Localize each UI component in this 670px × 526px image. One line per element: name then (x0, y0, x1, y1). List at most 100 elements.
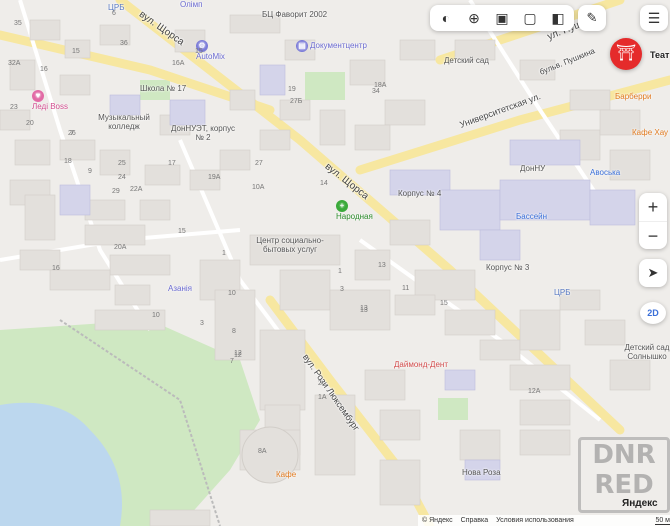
poi-donnuet-2[interactable]: ДонНУЭТ, корпус № 2 (168, 124, 238, 142)
building (84, 224, 146, 246)
ruler-button[interactable]: ✎ (578, 5, 606, 31)
poi-nova-roza[interactable]: Нова Роза (462, 468, 501, 477)
poi-dokumenttsentr[interactable]: ▤ Документцентр (296, 40, 367, 52)
house-number: 14 (320, 180, 328, 187)
building (519, 309, 561, 351)
menu-button[interactable]: ☰ (640, 5, 668, 31)
building (519, 399, 571, 426)
building (139, 199, 171, 221)
house-number: 34 (372, 88, 380, 95)
poi-tsrb-right[interactable]: ЦРБ (554, 288, 571, 297)
traffic-button[interactable]: ◧ (544, 5, 572, 31)
building (354, 124, 391, 151)
poi-center-social[interactable]: Центр социально-бытовых услуг (250, 236, 330, 254)
pharmacy-icon: + (336, 200, 348, 212)
house-number: 18А (374, 82, 387, 89)
building (609, 359, 651, 391)
locate-arrow-icon: ➤ (647, 265, 659, 280)
mode-2d-button[interactable]: 2D (640, 302, 666, 324)
camera-icon: ▣ (495, 9, 509, 26)
house-number: 29 (112, 188, 120, 195)
bus-icon: ▢ (523, 9, 537, 26)
house-number: 7 (230, 358, 234, 365)
poi-kafe-bottom[interactable]: Кафе (276, 470, 296, 479)
building (364, 369, 406, 401)
poi-tsrb-top[interactable]: ЦРБ (108, 3, 125, 12)
house-number: 8А (258, 448, 267, 455)
menu-icon: ☰ (647, 9, 661, 26)
house-number: 16 (40, 66, 48, 73)
scale-bar: 50 м (655, 517, 670, 525)
poi-teatr[interactable]: Теат (650, 50, 669, 60)
help-link[interactable]: Справка (461, 517, 488, 524)
panorama-button[interactable]: ⊕ (460, 5, 488, 31)
building (114, 284, 151, 306)
poi-donnu[interactable]: ДонНУ (520, 164, 545, 173)
beauty-icon: ♥ (32, 90, 44, 102)
house-number: 19 (288, 86, 296, 93)
copyright[interactable]: © Яндекс (422, 517, 453, 524)
building (29, 19, 61, 41)
zoom-out-button[interactable]: − (639, 222, 667, 250)
building (84, 199, 126, 221)
house-number: 3 (340, 286, 344, 293)
poi-bassein[interactable]: Бассейн (516, 212, 547, 221)
building (49, 269, 111, 291)
house-number: 12 (234, 352, 242, 359)
poi-barberry[interactable]: Барберри (615, 92, 651, 101)
theatre-icon: ⛩ (615, 45, 637, 62)
poi-muz-college[interactable]: Музыкальный колледж (94, 113, 154, 131)
house-number: 27Б (290, 98, 303, 105)
selected-pin[interactable]: ⛩ (610, 38, 642, 70)
building (109, 254, 171, 276)
house-number: 10А (252, 184, 265, 191)
building (509, 364, 571, 391)
building (519, 429, 571, 456)
house-number: 8 (232, 328, 236, 335)
house-number: 15 (72, 48, 80, 55)
park-area (305, 72, 345, 100)
building (279, 269, 331, 311)
poi-kafe-khau[interactable]: Кафе Хау (632, 128, 668, 137)
poi-bc-favorit[interactable]: БЦ Фаворит 2002 (262, 10, 327, 19)
camera-button[interactable]: ▣ (488, 5, 516, 31)
ruler-icon: ✎ (586, 10, 598, 25)
poi-korpus-3[interactable]: Корпус № 3 (486, 263, 529, 272)
house-number: 12А (528, 388, 541, 395)
house-number: 24 (118, 174, 126, 181)
building (319, 109, 346, 146)
panorama-icon: ⊕ (468, 9, 480, 26)
university-building (589, 189, 636, 226)
transport-button[interactable]: ▢ (516, 5, 544, 31)
building (444, 309, 496, 336)
poi-detsky-sad-solnyshko[interactable]: Детский сад Солнышко (624, 343, 670, 361)
house-number: 36 (120, 40, 128, 47)
poi-detsky-sad-top[interactable]: Детский сад (444, 56, 489, 65)
terms-link[interactable]: Условия использования (496, 517, 574, 524)
house-number: 23 (10, 104, 18, 111)
house-number: 13 (378, 262, 386, 269)
poi-aviosha[interactable]: Авоська (590, 168, 620, 177)
poi-ledi-bos[interactable]: ♥ Леді Boss (32, 90, 68, 111)
house-number: 1А (318, 394, 327, 401)
document-icon: ▤ (296, 40, 308, 52)
poi-daymond-dent[interactable]: Даймонд-Дент (394, 360, 448, 369)
house-number: 1 (222, 250, 226, 257)
building (379, 459, 421, 506)
locate-button[interactable]: ➤ (639, 259, 667, 287)
university-building (439, 189, 501, 231)
house-number: 3 (200, 320, 204, 327)
house-number: 11 (402, 285, 410, 292)
house-number: 15 (440, 300, 448, 307)
poi-azaniya[interactable]: Азанія (168, 284, 192, 293)
poi-narodnaya[interactable]: + Народная (336, 200, 373, 221)
building (149, 509, 211, 526)
poi-shkola-17[interactable]: Школа № 17 (140, 84, 186, 93)
poi-olimp[interactable]: Олімп (180, 0, 202, 9)
map-canvas[interactable] (0, 0, 670, 526)
poi-korpus-4[interactable]: Корпус № 4 (398, 189, 441, 198)
layers-button[interactable]: ◐ (432, 5, 460, 31)
house-number: 19А (208, 174, 221, 181)
zoom-in-button[interactable]: + (639, 193, 667, 222)
building (479, 339, 521, 361)
